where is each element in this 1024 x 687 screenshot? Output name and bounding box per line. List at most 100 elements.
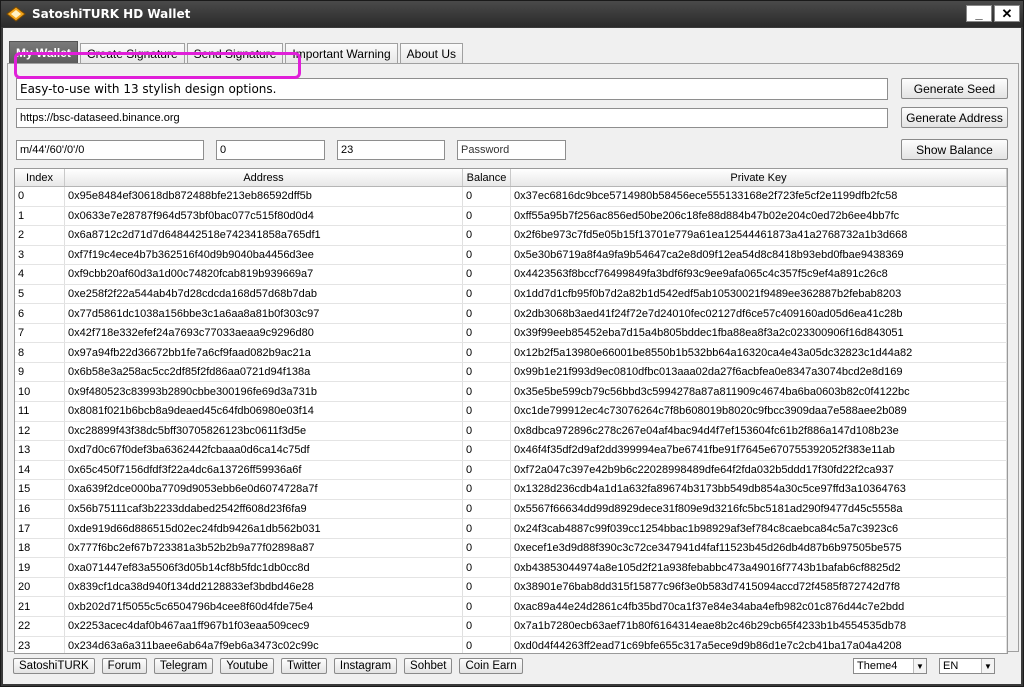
cell-balance[interactable]: 0: [463, 304, 511, 323]
cell-index[interactable]: 4: [15, 265, 65, 284]
count-input[interactable]: 23: [337, 140, 445, 160]
cell-address[interactable]: 0x777f6bc2ef67b723381a3b52b2b9a77f02898a…: [65, 538, 463, 558]
cell-private-key[interactable]: 0xb43853044974a8e105d2f21a938febabbc473a…: [511, 558, 1007, 577]
title-bar[interactable]: SatoshiTURK HD Wallet _ ✕: [1, 1, 1023, 27]
table-row[interactable]: 5 0xe258f2f22a544ab4b7d28cdcda168d57d68b7…: [15, 284, 1007, 305]
cell-private-key[interactable]: 0x2f6be973c7fd5e05b15f13701e779a61ea1254…: [511, 226, 1007, 245]
cell-address[interactable]: 0x0633e7e28787f964d573bf0bac077c515f80d0…: [65, 206, 463, 226]
cell-index[interactable]: 6: [15, 304, 65, 323]
table-row[interactable]: 3 0xf7f19c4ece4b7b362516f40d9b9040ba4456d…: [15, 245, 1007, 266]
cell-private-key[interactable]: 0x1328d236cdb4a1d1a632fa89674b3173bb549d…: [511, 480, 1007, 499]
cell-private-key[interactable]: 0x12b2f5a13980e66001be8550b1b532bb64a163…: [511, 343, 1007, 362]
column-header-address[interactable]: Address: [65, 169, 463, 186]
cell-address[interactable]: 0x42f718e332efef24a7693c77033aeaa9c9296d…: [65, 323, 463, 343]
cell-balance[interactable]: 0: [463, 558, 511, 577]
cell-index[interactable]: 21: [15, 597, 65, 617]
cell-balance[interactable]: 0: [463, 382, 511, 402]
link-sohbet[interactable]: Sohbet: [404, 658, 453, 674]
link-instagram[interactable]: Instagram: [333, 658, 398, 674]
cell-balance[interactable]: 0: [463, 636, 511, 653]
cell-index[interactable]: 17: [15, 519, 65, 538]
cell-private-key[interactable]: 0xac89a44e24d2861c4fb35bd70ca1f37e84e34a…: [511, 597, 1007, 617]
table-row[interactable]: 17 0xde919d66d886515d02ec24fdb9426a1db562…: [15, 519, 1007, 539]
cell-address[interactable]: 0x6a8712c2d71d7d648442518e742341858a765d…: [65, 226, 463, 245]
table-row[interactable]: 6 0x77d5861dc1038a156bbe3c1a6aa8a81b0f303…: [15, 304, 1007, 324]
cell-balance[interactable]: 0: [463, 187, 511, 206]
cell-private-key[interactable]: 0x24f3cab4887c99f039cc1254bbac1b98929af3…: [511, 519, 1007, 538]
cell-address[interactable]: 0x77d5861dc1038a156bbe3c1a6aa8a81b0f303c…: [65, 304, 463, 323]
cell-index[interactable]: 13: [15, 441, 65, 460]
cell-address[interactable]: 0xc28899f43f38dc5bff30705826123bc0611f3d…: [65, 421, 463, 441]
cell-private-key[interactable]: 0x1dd7d1cfb95f0b7d2a82b1d542edf5ab105300…: [511, 284, 1007, 304]
table-row[interactable]: 2 0x6a8712c2d71d7d648442518e742341858a765…: [15, 226, 1007, 246]
cell-balance[interactable]: 0: [463, 284, 511, 304]
cell-index[interactable]: 11: [15, 402, 65, 421]
table-row[interactable]: 13 0xd7d0c67f0def3ba6362442fcbaaa0d6ca14c…: [15, 441, 1007, 461]
cell-address[interactable]: 0xb202d71f5055c5c6504796b4cee8f60d4fde75…: [65, 597, 463, 617]
table-row[interactable]: 8 0x97a94fb22d36672bb1fe7a6cf9faad082b9ac…: [15, 343, 1007, 363]
generate-address-button[interactable]: Generate Address: [901, 107, 1008, 128]
table-row[interactable]: 19 0xa071447ef83a5506f3d05b14cf8b5fdc1db0…: [15, 558, 1007, 578]
cell-balance[interactable]: 0: [463, 245, 511, 265]
cell-private-key[interactable]: 0x5567f66634dd99d8929dece31f809e9d3216fc…: [511, 499, 1007, 519]
tab-my-wallet[interactable]: My Wallet: [9, 41, 78, 64]
cell-address[interactable]: 0x9f480523c83993b2890cbbe300196fe69d3a73…: [65, 382, 463, 402]
table-row[interactable]: 20 0x839cf1dca38d940f134dd2128833ef3bdbd4…: [15, 577, 1007, 598]
cell-address[interactable]: 0x234d63a6a311baee6ab64a7f9eb6a3473c02c9…: [65, 636, 463, 653]
cell-address[interactable]: 0xe258f2f22a544ab4b7d28cdcda168d57d68b7d…: [65, 284, 463, 304]
table-row[interactable]: 4 0xf9cbb20af60d3a1d00c74820fcab819b93966…: [15, 265, 1007, 285]
cell-private-key[interactable]: 0x39f99eeb85452eba7d15a4b805bddec1fba88e…: [511, 323, 1007, 343]
cell-private-key[interactable]: 0x46f4f35df2d9af2dd399994ea7be6741fbe91f…: [511, 441, 1007, 460]
table-row[interactable]: 7 0x42f718e332efef24a7693c77033aeaa9c9296…: [15, 323, 1007, 344]
table-row[interactable]: 10 0x9f480523c83993b2890cbbe300196fe69d3a…: [15, 382, 1007, 403]
cell-private-key[interactable]: 0xc1de799912ec4c73076264c7f8b608019b8020…: [511, 402, 1007, 421]
column-header-balance[interactable]: Balance: [463, 169, 511, 186]
cell-private-key[interactable]: 0x38901e76bab8dd315f15877c96f3e0b583d741…: [511, 577, 1007, 597]
table-row[interactable]: 23 0x234d63a6a311baee6ab64a7f9eb6a3473c02…: [15, 636, 1007, 653]
cell-balance[interactable]: 0: [463, 323, 511, 343]
cell-index[interactable]: 23: [15, 636, 65, 653]
cell-address[interactable]: 0x6b58e3a258ac5cc2df85f2fd86aa0721d94f13…: [65, 362, 463, 382]
table-row[interactable]: 14 0x65c450f7156dfdf3f22a4dc6a13726ff5993…: [15, 460, 1007, 481]
cell-index[interactable]: 2: [15, 226, 65, 245]
address-table[interactable]: Index Address Balance Private Key 0 0x95e…: [14, 168, 1008, 654]
cell-address[interactable]: 0x65c450f7156dfdf3f22a4dc6a13726ff59936a…: [65, 460, 463, 480]
minimize-button[interactable]: _: [966, 5, 992, 22]
table-row[interactable]: 1 0x0633e7e28787f964d573bf0bac077c515f80d…: [15, 206, 1007, 227]
cell-private-key[interactable]: 0xf72a047c397e42b9b6c22028998489dfe64f2f…: [511, 460, 1007, 480]
link-telegram[interactable]: Telegram: [153, 658, 214, 674]
cell-private-key[interactable]: 0x99b1e21f993d9ec0810dfbc013aaa02da27f6a…: [511, 362, 1007, 382]
cell-index[interactable]: 5: [15, 284, 65, 304]
table-row[interactable]: 18 0x777f6bc2ef67b723381a3b52b2b9a77f0289…: [15, 538, 1007, 559]
table-row[interactable]: 9 0x6b58e3a258ac5cc2df85f2fd86aa0721d94f1…: [15, 362, 1007, 383]
cell-address[interactable]: 0xa071447ef83a5506f3d05b14cf8b5fdc1db0cc…: [65, 558, 463, 577]
cell-balance[interactable]: 0: [463, 480, 511, 499]
cell-balance[interactable]: 0: [463, 421, 511, 441]
cell-balance[interactable]: 0: [463, 206, 511, 226]
cell-index[interactable]: 9: [15, 362, 65, 382]
cell-index[interactable]: 22: [15, 617, 65, 636]
cell-index[interactable]: 3: [15, 245, 65, 265]
cell-balance[interactable]: 0: [463, 265, 511, 284]
cell-private-key[interactable]: 0xecef1e3d9d88f390c3c72ce347941d4faf1152…: [511, 538, 1007, 558]
link-youtube[interactable]: Youtube: [220, 658, 275, 674]
cell-index[interactable]: 14: [15, 460, 65, 480]
derivation-path-input[interactable]: m/44'/60'/0'/0: [16, 140, 204, 160]
cell-balance[interactable]: 0: [463, 362, 511, 382]
cell-index[interactable]: 18: [15, 538, 65, 558]
generate-seed-button[interactable]: Generate Seed: [901, 78, 1008, 99]
cell-address[interactable]: 0x56b75111caf3b2233ddabed2542ff608d23f6f…: [65, 499, 463, 519]
cell-private-key[interactable]: 0xd0d4f44263ff2ead71c69bfe655c317a5ece9d…: [511, 636, 1007, 653]
cell-address[interactable]: 0x2253acec4daf0b467aa1ff967b1f03eaa509ce…: [65, 617, 463, 636]
close-button[interactable]: ✕: [994, 5, 1020, 22]
cell-address[interactable]: 0xf7f19c4ece4b7b362516f40d9b9040ba4456d3…: [65, 245, 463, 265]
cell-balance[interactable]: 0: [463, 597, 511, 617]
cell-index[interactable]: 0: [15, 187, 65, 206]
cell-balance[interactable]: 0: [463, 617, 511, 636]
link-coin-earn[interactable]: Coin Earn: [459, 658, 523, 674]
cell-address[interactable]: 0x8081f021b6bcb8a9deaed45c64fdb06980e03f…: [65, 402, 463, 421]
cell-index[interactable]: 10: [15, 382, 65, 402]
cell-address[interactable]: 0x839cf1dca38d940f134dd2128833ef3bdbd46e…: [65, 577, 463, 597]
cell-address[interactable]: 0x95e8484ef30618db872488bfe213eb86592dff…: [65, 187, 463, 206]
table-row[interactable]: 0 0x95e8484ef30618db872488bfe213eb86592df…: [15, 187, 1007, 207]
